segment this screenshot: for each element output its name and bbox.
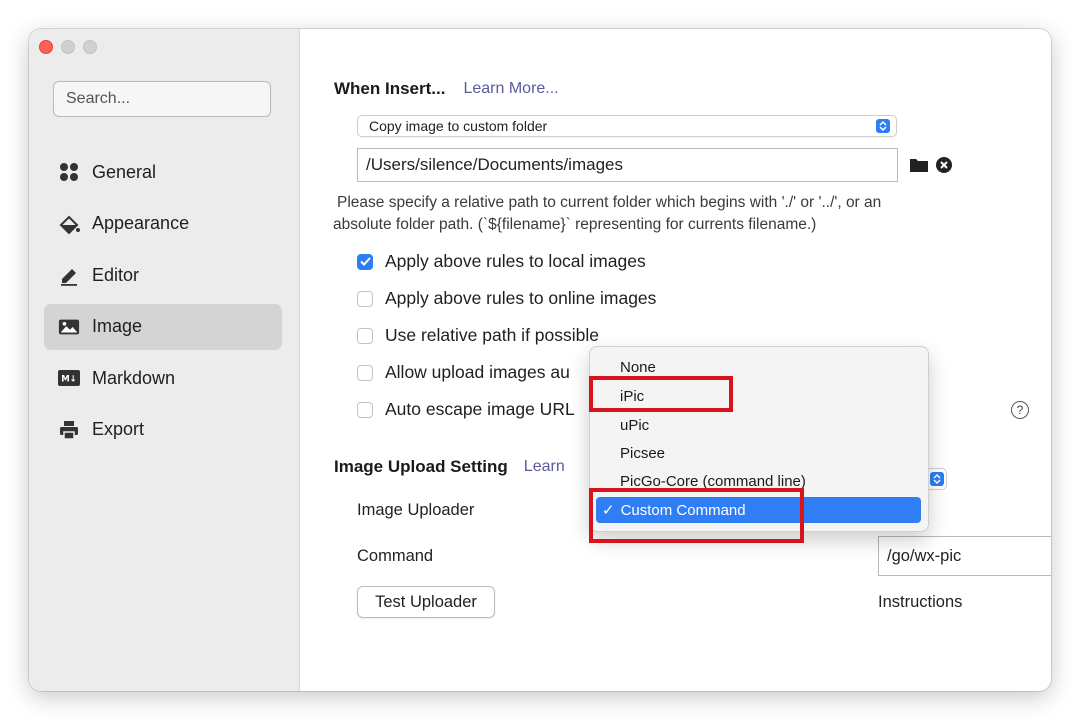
menu-item-upic[interactable]: uPic: [620, 417, 649, 434]
sidebar-item-markdown[interactable]: M↓ Markdown: [44, 355, 282, 401]
instructions-link[interactable]: Instructions: [878, 593, 962, 612]
checkbox-label: Auto escape image URL: [385, 399, 575, 419]
checkbox-box[interactable]: [357, 364, 373, 381]
sidebar-item-label: Appearance: [92, 213, 190, 233]
printer-icon: [58, 419, 80, 441]
sidebar-item-image[interactable]: Image: [44, 303, 282, 350]
checkbox-label: Allow upload images au: [385, 362, 570, 382]
zoom-window-button[interactable]: [83, 40, 97, 54]
sidebar-item-label: Image: [92, 316, 143, 336]
insert-action-select[interactable]: Copy image to custom folder: [357, 115, 897, 137]
highlight-box-custom-command: [589, 488, 804, 543]
pencil-icon: [58, 264, 80, 286]
checkbox-label: Apply above rules to local images: [385, 251, 646, 271]
sidebar: General Appearance Editor Image: [29, 29, 300, 691]
learn-more-link[interactable]: Learn: [524, 458, 565, 476]
command-input[interactable]: [878, 536, 1051, 576]
menu-item-picsee[interactable]: Picsee: [620, 445, 665, 462]
apply-online-rule-checkbox[interactable]: Apply above rules to online images: [357, 288, 656, 309]
sidebar-item-label: Editor: [92, 264, 140, 285]
sidebar-item-export[interactable]: Export: [44, 407, 282, 453]
allow-upload-checkbox[interactable]: Allow upload images au: [357, 362, 570, 383]
menu-item-none[interactable]: None: [620, 359, 656, 376]
clear-icon[interactable]: [936, 157, 952, 178]
sidebar-item-appearance[interactable]: Appearance: [44, 201, 282, 247]
section-title: When Insert...: [334, 79, 446, 98]
checkbox-label: Apply above rules to online images: [385, 288, 657, 308]
markdown-badge-text: M↓: [61, 375, 77, 385]
search-input[interactable]: [53, 81, 271, 117]
checkmark-icon[interactable]: [357, 253, 373, 270]
minimize-window-button[interactable]: [61, 40, 75, 54]
sidebar-item-label: Markdown: [92, 367, 176, 388]
help-icon[interactable]: ?: [1011, 401, 1029, 419]
when-insert-heading: When Insert... Learn More...: [334, 79, 559, 99]
sidebar-nav: General Appearance Editor Image M↓ Markd…: [44, 149, 282, 458]
command-label: Command: [357, 547, 434, 565]
folder-path-input[interactable]: [357, 148, 898, 182]
sidebar-item-editor[interactable]: Editor: [44, 252, 282, 298]
window-controls: [39, 40, 97, 54]
upload-setting-heading: Image Upload Setting Learn: [334, 457, 565, 477]
checkbox-box[interactable]: [357, 290, 373, 307]
apply-local-rule-checkbox[interactable]: Apply above rules to local images: [357, 251, 646, 272]
auto-escape-url-checkbox[interactable]: Auto escape image URL: [357, 399, 575, 420]
sidebar-item-label: General: [92, 161, 157, 182]
learn-more-link[interactable]: Learn More...: [463, 80, 558, 98]
grid-dots-icon: [58, 161, 80, 183]
checkbox-box[interactable]: [357, 401, 373, 418]
image-uploader-label: Image Uploader: [357, 501, 475, 519]
close-window-button[interactable]: [39, 40, 53, 54]
sidebar-item-general[interactable]: General: [44, 149, 282, 195]
hint-line: Please specify a relative path to curren…: [337, 194, 882, 211]
hint-line: absolute folder path. (`${filename}` rep…: [333, 216, 817, 233]
folder-path-hint: Please specify a relative path to curren…: [333, 192, 1033, 236]
select-value: Copy image to custom folder: [369, 118, 548, 134]
test-uploader-button[interactable]: Test Uploader: [357, 586, 495, 618]
sidebar-item-label: Export: [92, 419, 145, 439]
image-icon: [58, 316, 80, 338]
checkbox-box[interactable]: [357, 327, 373, 344]
folder-icon[interactable]: [910, 157, 928, 177]
chevron-updown-icon: [876, 119, 890, 133]
checkbox-label: Use relative path if possible: [385, 325, 599, 345]
paint-bucket-icon: [58, 213, 80, 235]
relative-path-checkbox[interactable]: Use relative path if possible: [357, 325, 599, 346]
section-title: Image Upload Setting: [334, 457, 508, 476]
markdown-icon: M↓: [58, 367, 80, 389]
highlight-box-ipic: [589, 376, 733, 412]
chevron-updown-icon: [930, 472, 944, 486]
